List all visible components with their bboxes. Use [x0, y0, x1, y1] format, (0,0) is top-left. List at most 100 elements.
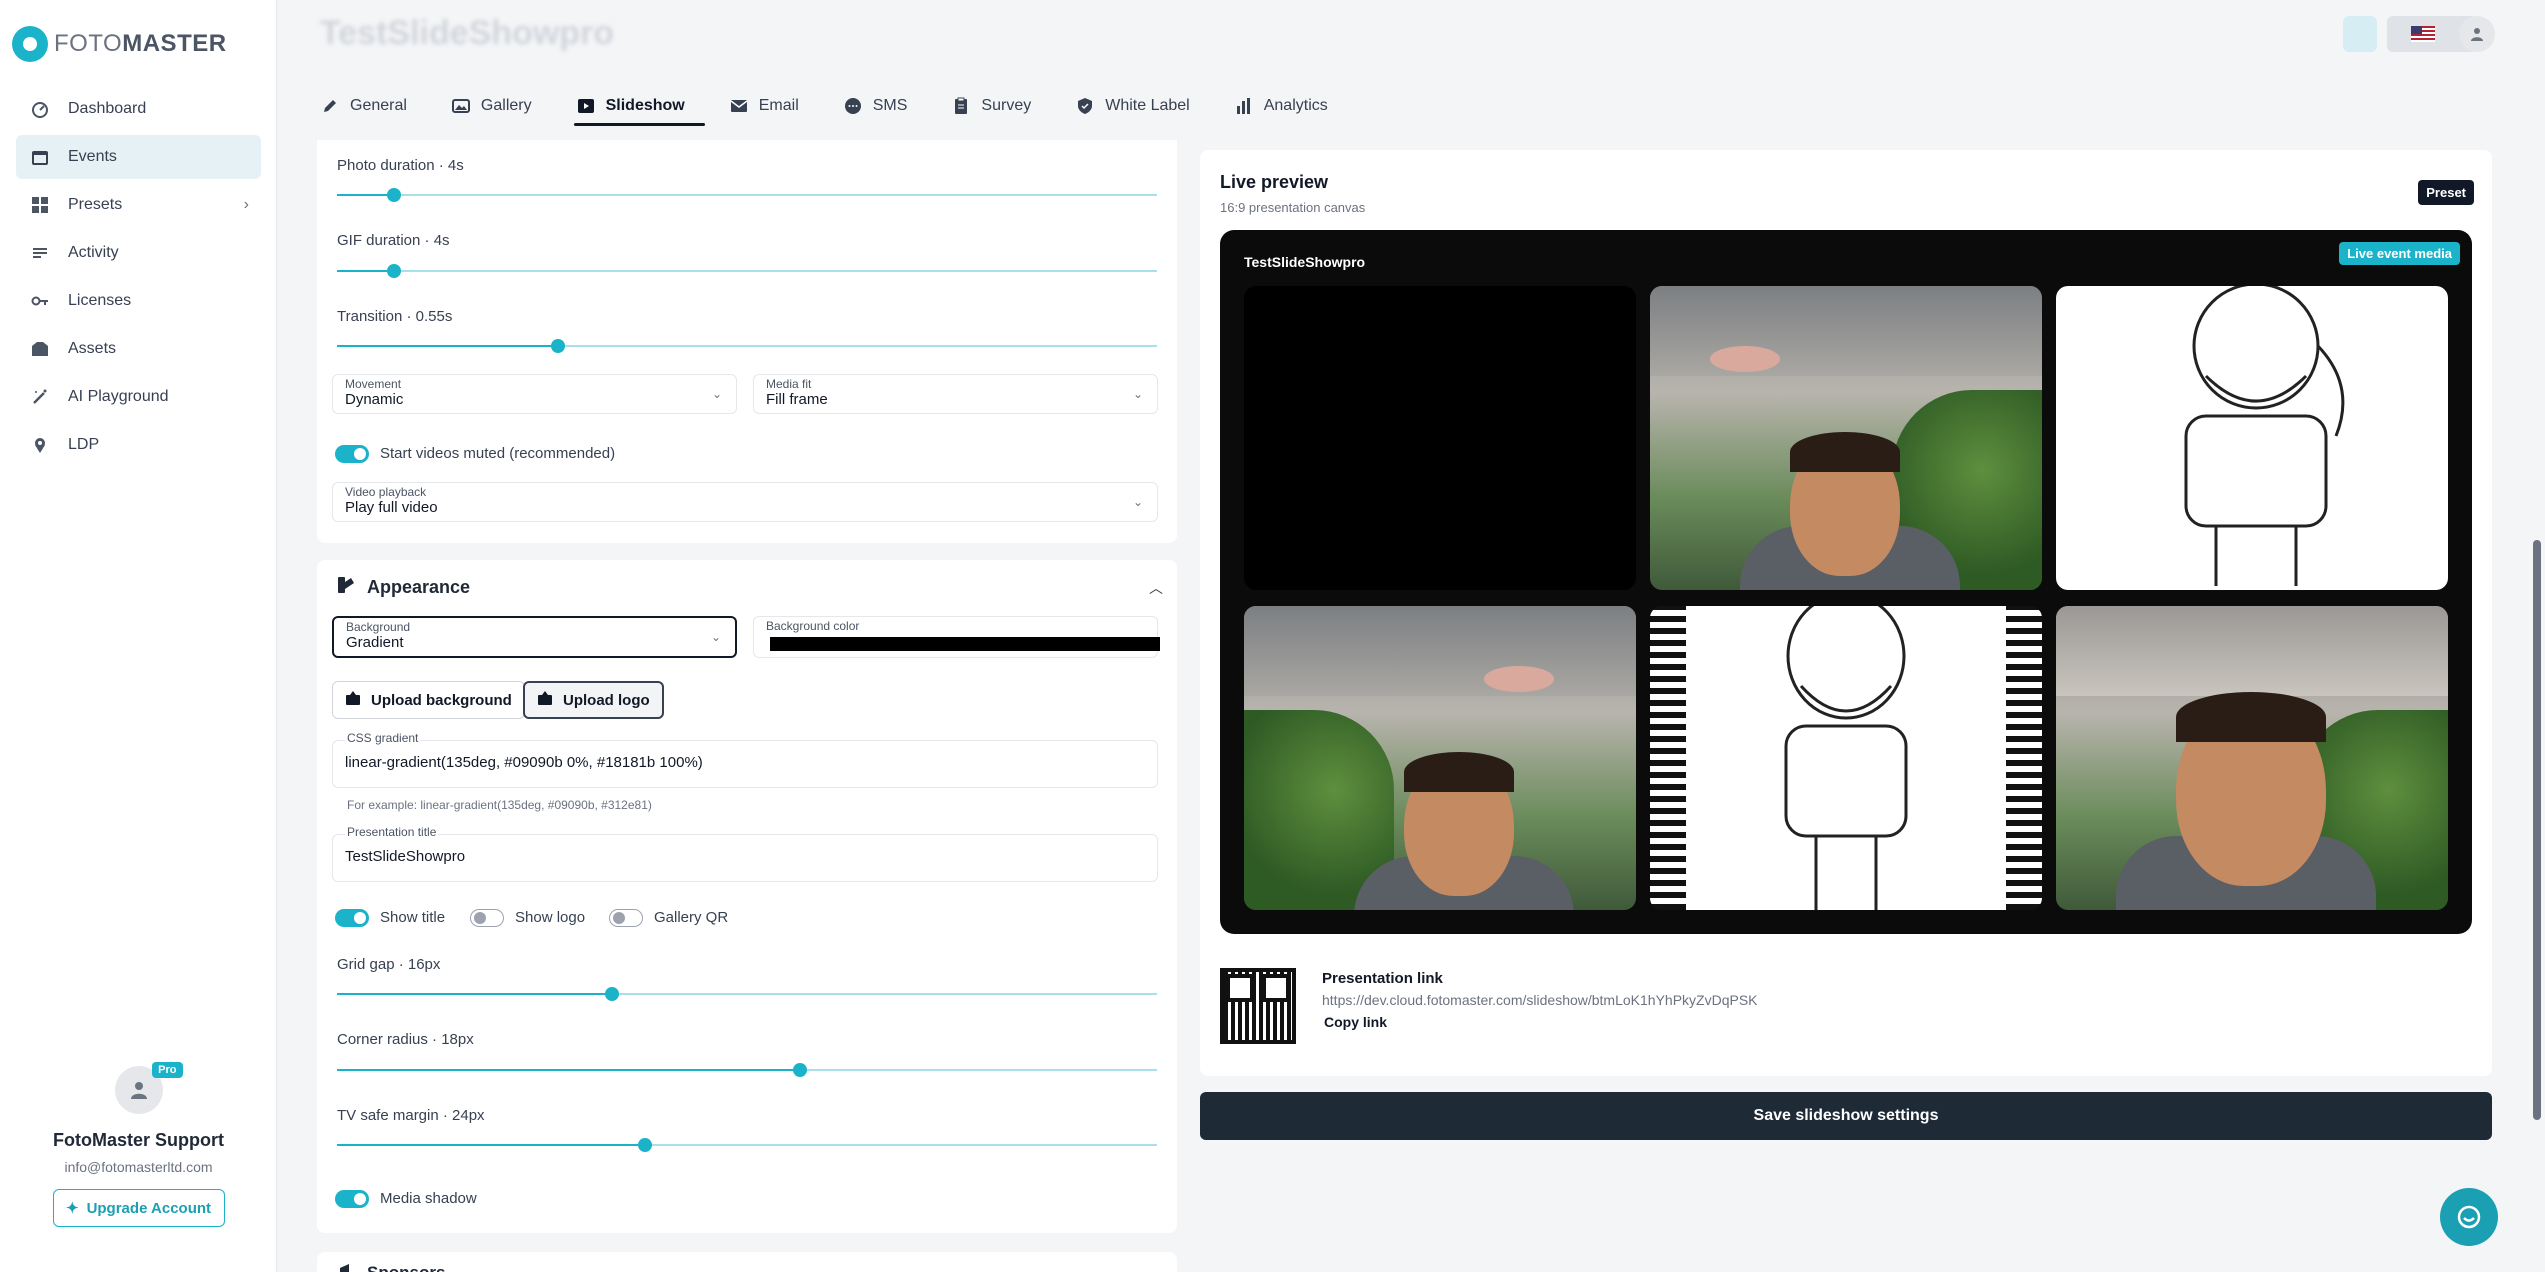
copy-link-button[interactable]: Copy link	[1324, 1014, 1387, 1030]
slider-fill	[337, 1069, 801, 1071]
sidebar-item-presets[interactable]: Presets ›	[16, 183, 261, 227]
mail-icon	[729, 96, 749, 116]
gallery-qr-toggle[interactable]	[609, 909, 643, 927]
header-action-button[interactable]	[2343, 16, 2377, 52]
grid-icon	[30, 195, 50, 215]
chevron-down-icon: ⌄	[711, 387, 722, 401]
slider-thumb[interactable]	[387, 264, 402, 278]
chat-bubble-icon	[2457, 1205, 2481, 1229]
media-fit-select[interactable]: Media fit Fill frame ⌄	[753, 374, 1158, 414]
appearance-header[interactable]: Appearance	[337, 576, 470, 599]
us-flag-icon[interactable]	[2411, 26, 2435, 42]
css-gradient-input[interactable]: CSS gradient linear-gradient(135deg, #09…	[332, 731, 1158, 788]
sidebar-item-label: LDP	[68, 436, 100, 453]
tab-analytics[interactable]: Analytics	[1232, 86, 1348, 126]
media-tile-photo	[1244, 606, 1636, 910]
profile-email: info@fotomasterltd.com	[64, 1159, 213, 1175]
image-icon	[451, 96, 471, 116]
slider-thumb[interactable]	[387, 188, 402, 202]
key-icon	[30, 291, 50, 311]
grid-gap-slider[interactable]	[337, 987, 1157, 1001]
tv-safe-margin-slider[interactable]	[337, 1138, 1157, 1152]
dashboard-icon	[30, 99, 50, 119]
color-swatch[interactable]	[770, 637, 1160, 651]
user-menu-icon[interactable]	[2459, 16, 2495, 52]
media-tile-sketch	[1650, 606, 2042, 910]
clipboard-icon	[951, 96, 971, 116]
chevron-up-icon[interactable]: ︿	[1149, 578, 1163, 598]
support-chat-button[interactable]	[2440, 1188, 2498, 1246]
profile-name: FotoMaster Support	[53, 1130, 224, 1150]
slider-thumb[interactable]	[637, 1138, 652, 1152]
palette-icon	[337, 576, 355, 599]
page-scrollbar[interactable]	[2533, 540, 2541, 1120]
tab-general[interactable]: General	[318, 86, 427, 126]
sidebar-item-activity[interactable]: Activity	[16, 231, 261, 275]
chevron-down-icon: ⌄	[1132, 387, 1143, 401]
presentation-link-url[interactable]: https://dev.cloud.fotomaster.com/slidesh…	[1322, 992, 1758, 1008]
sidebar-item-licenses[interactable]: Licenses	[16, 279, 261, 323]
tab-gallery[interactable]: Gallery	[449, 86, 552, 126]
slider-thumb[interactable]	[604, 987, 619, 1001]
corner-radius-slider[interactable]	[337, 1063, 1157, 1077]
brand-logo[interactable]: FOTOMASTER	[12, 26, 227, 62]
movement-select[interactable]: Movement Dynamic ⌄	[332, 374, 737, 414]
show-title-toggle[interactable]	[335, 909, 369, 927]
calendar-icon	[30, 147, 50, 167]
preview-title: Live preview	[1220, 172, 1329, 192]
upload-background-button[interactable]: Upload background	[332, 681, 525, 719]
sidebar-item-label: Events	[68, 148, 117, 165]
sidebar-item-dashboard[interactable]: Dashboard	[16, 87, 261, 131]
media-shadow-label: Media shadow	[380, 1190, 477, 1207]
page-title: TestSlideShowpro	[320, 14, 615, 52]
background-color-field[interactable]: Background color	[753, 616, 1160, 658]
tab-survey[interactable]: Survey	[949, 86, 1051, 126]
tab-slideshow[interactable]: Slideshow	[573, 86, 705, 126]
sidebar-item-ai-playground[interactable]: AI Playground	[16, 375, 261, 419]
upload-icon	[537, 690, 553, 710]
gif-duration-label: GIF duration · 4s	[337, 232, 450, 249]
sidebar-item-label: Activity	[68, 244, 119, 261]
sidebar-item-assets[interactable]: Assets	[16, 327, 261, 371]
slider-thumb[interactable]	[551, 339, 566, 353]
tv-safe-margin-label: TV safe margin · 24px	[337, 1107, 485, 1124]
tab-sms[interactable]: SMS	[841, 86, 928, 126]
media-tile	[1244, 286, 1636, 590]
sponsors-header: Sponsors	[339, 1262, 445, 1272]
qr-code-icon[interactable]	[1220, 968, 1296, 1044]
sidebar-item-events[interactable]: Events	[16, 135, 261, 179]
start-muted-toggle[interactable]	[335, 445, 369, 463]
user-profile: Pro FotoMaster Support info@fotomasterlt…	[0, 1062, 277, 1227]
sidebar: FOTOMASTER Dashboard Events Presets › Ac…	[0, 0, 277, 1272]
photo-duration-slider[interactable]	[337, 188, 1157, 202]
media-shadow-toggle[interactable]	[335, 1190, 369, 1208]
video-playback-select[interactable]: Video playback Play full video ⌄	[332, 482, 1158, 522]
upgrade-account-button[interactable]: ✦ Upgrade Account	[52, 1189, 225, 1227]
save-slideshow-settings-button[interactable]: Save slideshow settings	[1200, 1092, 2492, 1140]
grid-gap-label: Grid gap · 16px	[337, 956, 441, 973]
tab-white-label[interactable]: White Label	[1073, 86, 1210, 126]
avatar[interactable]: Pro	[114, 1062, 183, 1114]
chevron-down-icon: ⌄	[1132, 495, 1143, 509]
gif-duration-slider[interactable]	[337, 264, 1157, 278]
upload-logo-button[interactable]: Upload logo	[523, 681, 664, 719]
chevron-down-icon: ⌄	[710, 630, 721, 644]
sidebar-item-label: Dashboard	[68, 100, 147, 117]
cartoon-sketch-icon	[2184, 286, 2345, 586]
tab-email[interactable]: Email	[727, 86, 819, 126]
photo-person-hair	[1790, 432, 1900, 472]
photo-lamp	[1710, 346, 1780, 372]
sidebar-item-ldp[interactable]: LDP	[16, 423, 261, 467]
photo-person-hair	[1404, 752, 1514, 792]
transition-slider[interactable]	[337, 339, 1157, 353]
slider-thumb[interactable]	[793, 1063, 808, 1077]
photo-person-hair	[2176, 692, 2326, 742]
bar-chart-icon	[1234, 96, 1254, 116]
presentation-title-input[interactable]: Presentation title TestSlideShowpro	[332, 825, 1158, 882]
show-logo-toggle[interactable]	[470, 909, 504, 927]
activity-icon	[30, 243, 50, 263]
pro-badge: Pro	[152, 1062, 183, 1078]
sponsors-card[interactable]: Sponsors	[317, 1252, 1177, 1272]
sidebar-item-label: Licenses	[68, 292, 132, 309]
background-select[interactable]: Background Gradient ⌄	[332, 616, 737, 658]
